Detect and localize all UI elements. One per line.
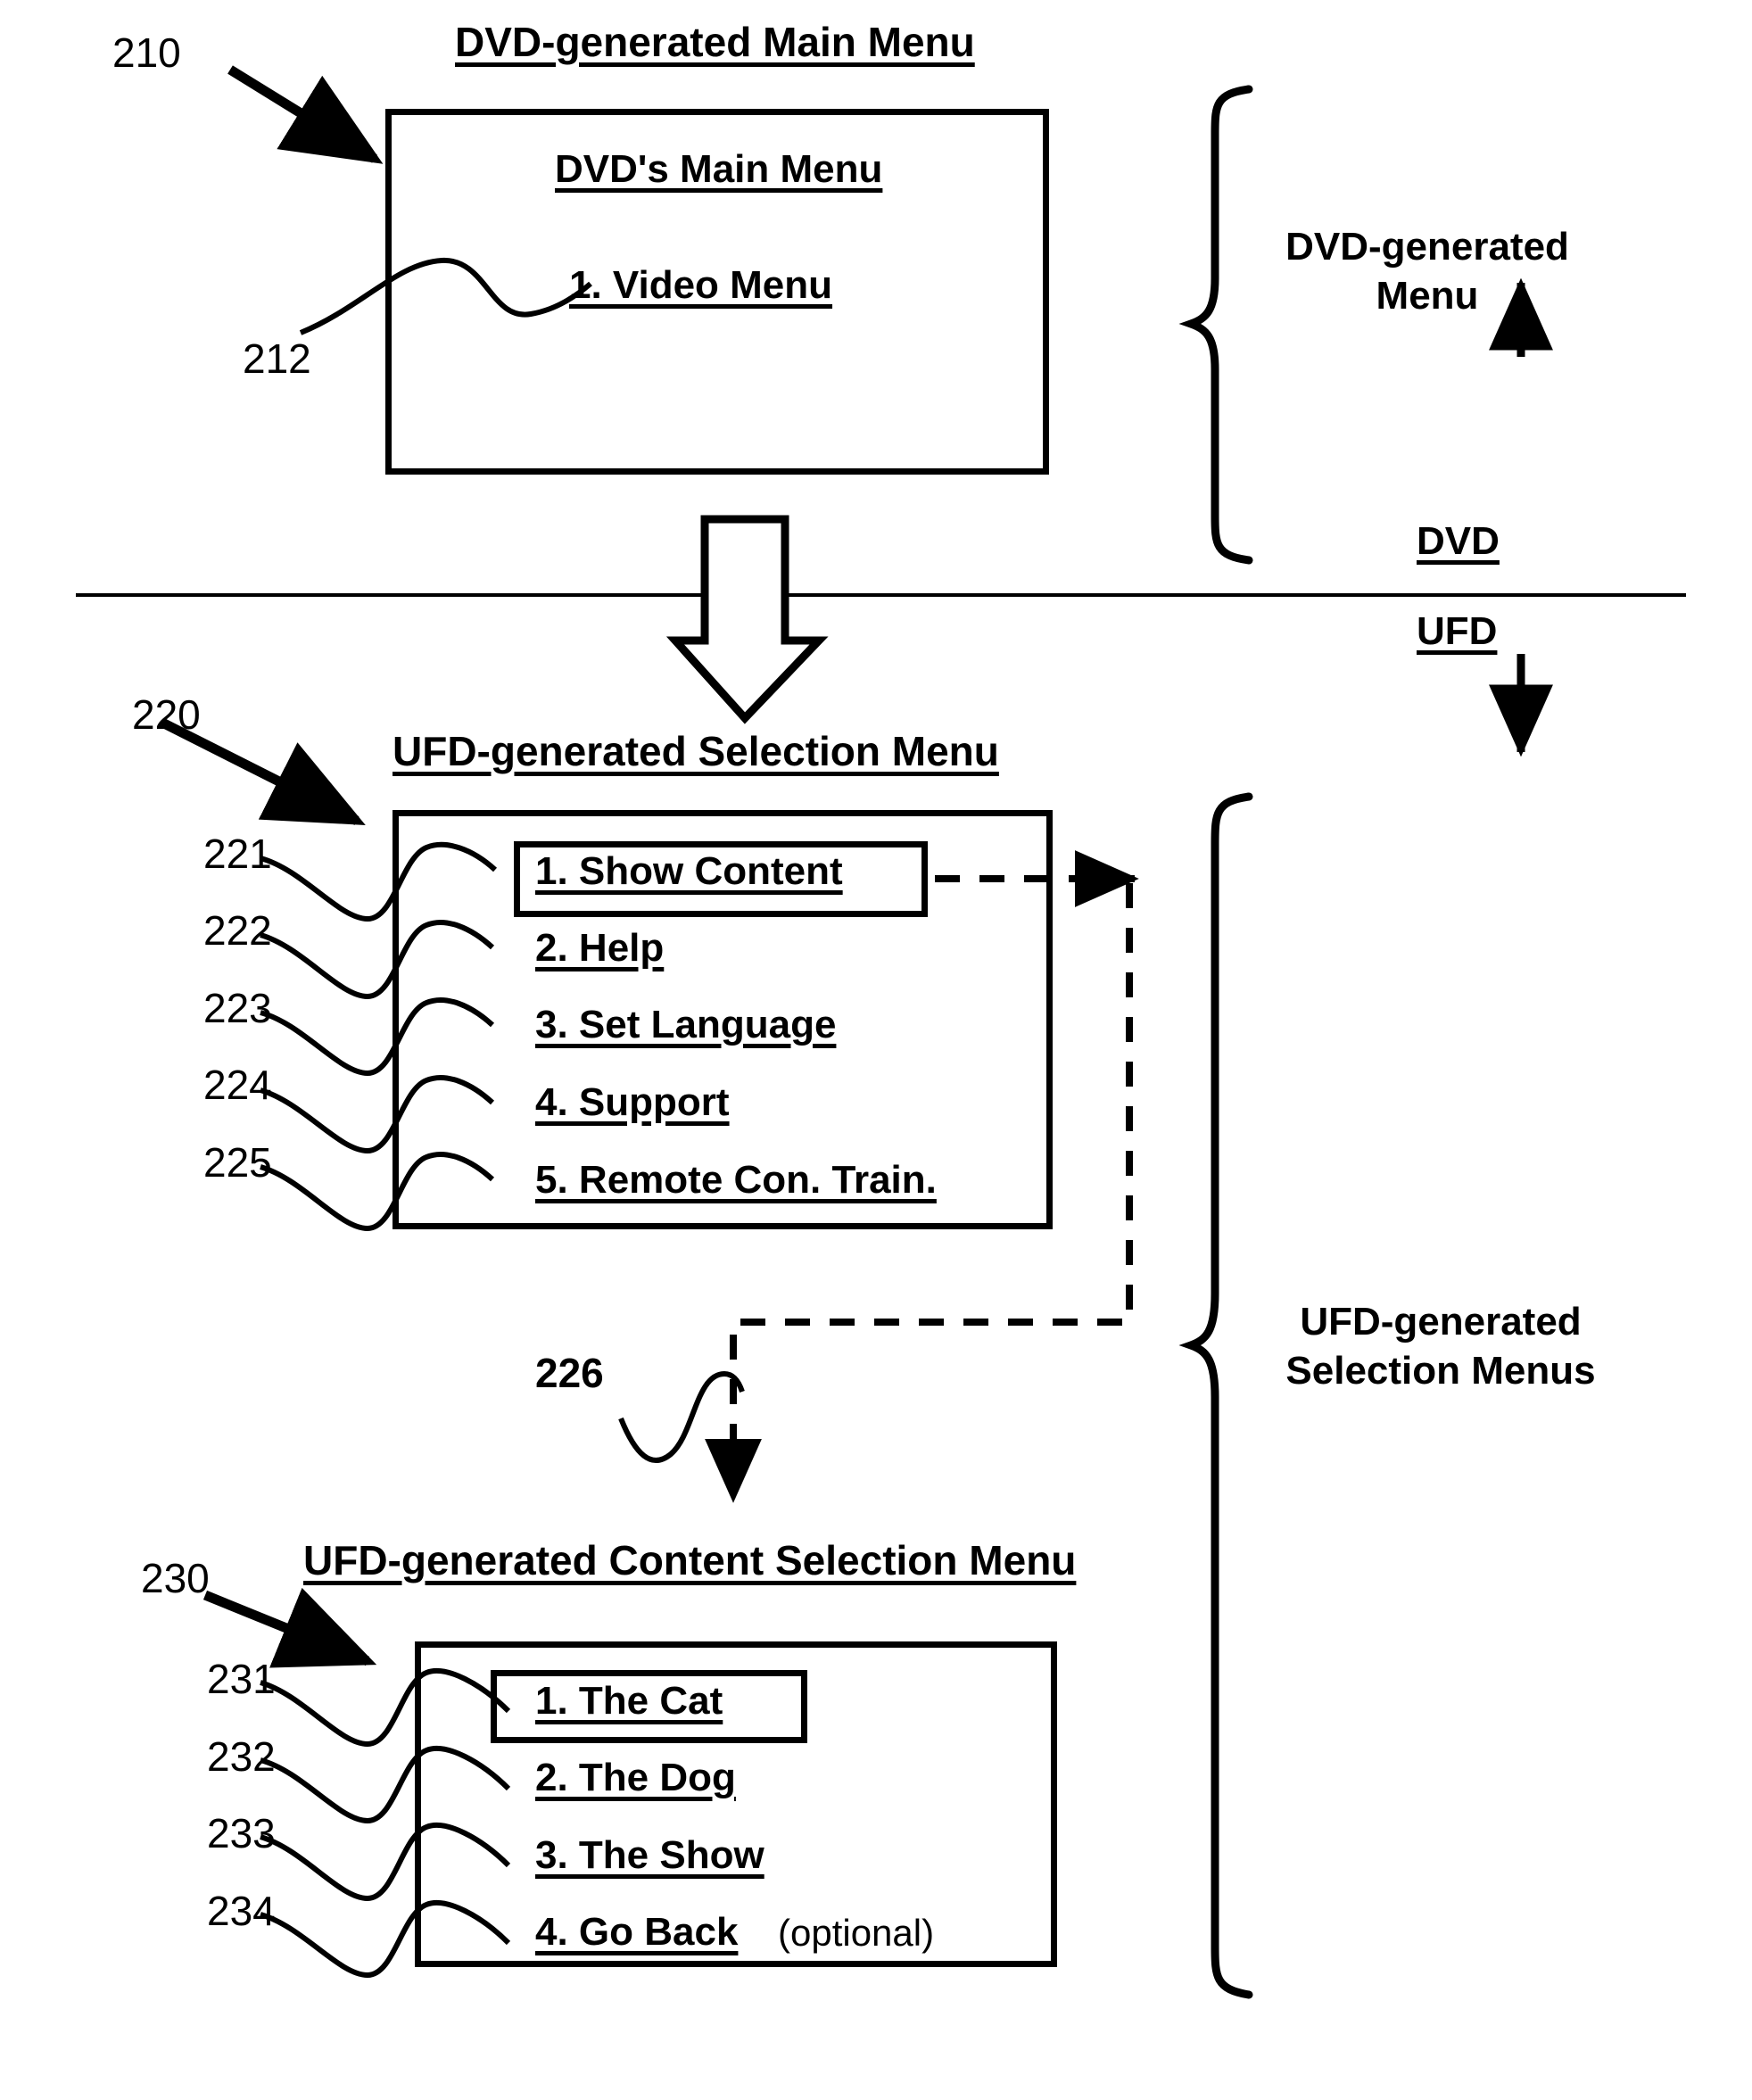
ufd-content-item-the-dog[interactable]: 2. The Dog (535, 1756, 736, 1800)
ref-221: 221 (203, 831, 272, 877)
dvd-menu-item-video-menu[interactable]: 1. Video Menu (569, 263, 832, 308)
ufd-selection-section-title: UFD-generated Selection Menu (393, 728, 999, 774)
brace-label-ufd-generated-selection-menus: UFD-generated Selection Menus (1285, 1300, 1596, 1393)
brace-label-dvd-generated-menu: DVD-generated Menu (1285, 225, 1569, 318)
ufd-content-item-go-back[interactable]: 4. Go Back (535, 1910, 738, 1955)
brace-dvd-generated-menu (1178, 85, 1253, 565)
ref-224: 224 (203, 1062, 272, 1108)
ufd-selection-item-support[interactable]: 4. Support (535, 1080, 730, 1125)
ref-223: 223 (203, 985, 272, 1031)
ref-210: 210 (112, 29, 181, 76)
ufd-selection-item-help[interactable]: 2. Help (535, 926, 664, 971)
ref-225: 225 (203, 1139, 272, 1186)
leader-curve-226 (618, 1370, 745, 1463)
dvd-main-menu-heading: DVD's Main Menu (555, 147, 883, 191)
divider-label-ufd: UFD (1417, 609, 1498, 653)
ref-233: 233 (207, 1810, 276, 1856)
ref-220: 220 (132, 691, 201, 738)
ufd-content-section-title: UFD-generated Content Selection Menu (303, 1537, 1077, 1583)
ref-226: 226 (535, 1350, 604, 1396)
lead-arrow-230 (202, 1587, 377, 1668)
ref-232: 232 (207, 1733, 276, 1780)
ufd-selection-item-show-content[interactable]: 1. Show Content (535, 849, 843, 894)
patent-figure: 210 DVD-generated Main Menu DVD's Main M… (0, 0, 1752, 2100)
ufd-selection-item-set-language[interactable]: 3. Set Language (535, 1003, 836, 1047)
ref-230: 230 (141, 1555, 210, 1601)
ref-234: 234 (207, 1888, 276, 1934)
ufd-selection-item-remote-con-train[interactable]: 5. Remote Con. Train. (535, 1158, 937, 1203)
ref-222: 222 (203, 907, 272, 954)
ref-231: 231 (207, 1656, 276, 1702)
ufd-content-item-the-show[interactable]: 3. The Show (535, 1833, 764, 1878)
dvd-section-title: DVD-generated Main Menu (455, 19, 975, 65)
ref-212: 212 (243, 335, 311, 382)
lead-arrow-210 (227, 65, 384, 164)
ufd-content-item-the-cat[interactable]: 1. The Cat (535, 1679, 723, 1724)
brace-ufd-generated-selection-menus (1178, 792, 1253, 1999)
ufd-content-item-go-back-suffix: (optional) (778, 1912, 935, 1954)
divider-label-dvd: DVD (1417, 519, 1500, 563)
block-arrow-down (665, 515, 829, 724)
